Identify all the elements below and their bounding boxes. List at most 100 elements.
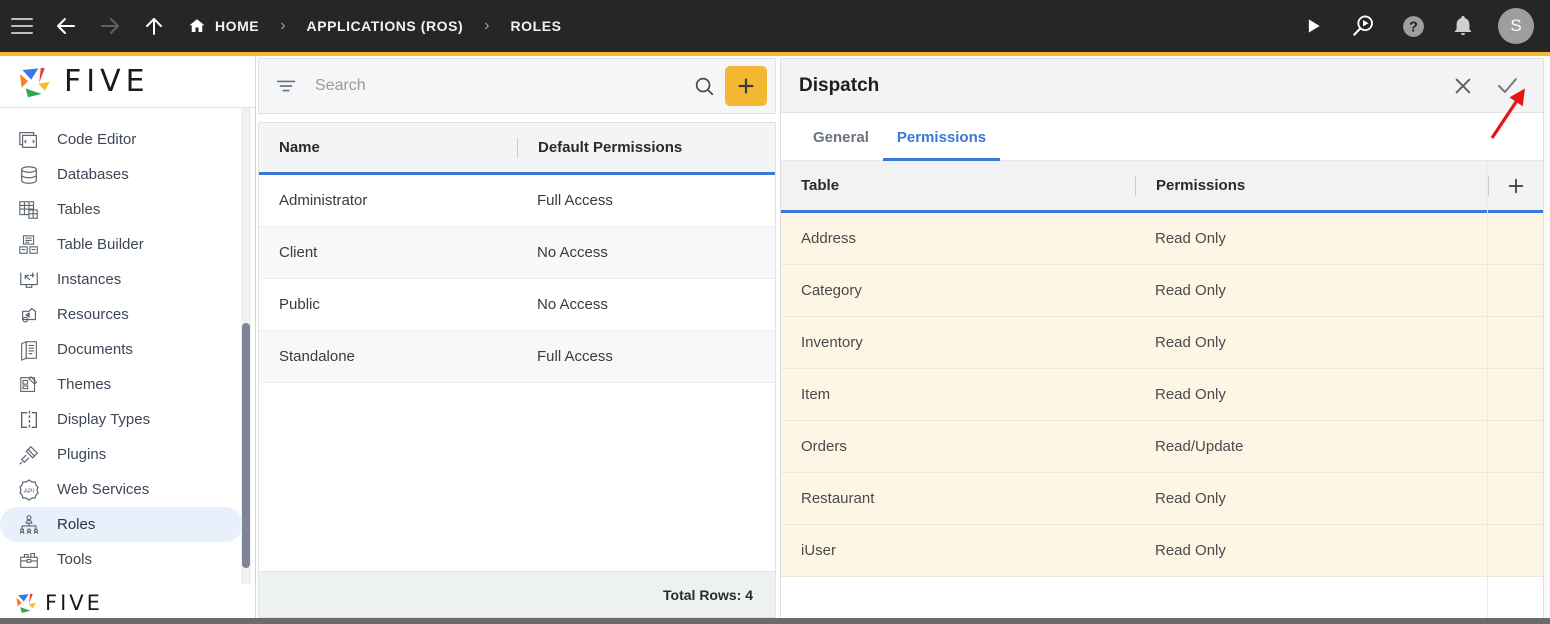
play-icon[interactable] [1288, 0, 1338, 52]
app-logo[interactable]: FIVE [0, 56, 255, 108]
help-circle-icon[interactable]: ? [1388, 0, 1438, 52]
cell-name: Standalone [279, 348, 355, 365]
bottom-scrollbar[interactable] [0, 618, 1550, 624]
sidebar-item-label: Code Editor [57, 131, 137, 148]
sidebar-item-display-types[interactable]: Display Types [0, 402, 243, 437]
plus-icon[interactable] [1505, 175, 1527, 197]
table-row[interactable]: iUser Read Only [781, 525, 1543, 577]
permissions-grid-add-cell [1489, 175, 1543, 197]
table-row[interactable]: Address Read Only [781, 213, 1543, 265]
table-row[interactable]: Public No Access [259, 279, 775, 331]
sidebar-item-label: Documents [57, 341, 133, 358]
svg-text:?: ? [1409, 19, 1418, 35]
sidebar-item-label: Tables [57, 201, 101, 218]
arrow-right-icon[interactable] [88, 0, 132, 52]
tab-general[interactable]: General [799, 129, 883, 161]
sidebar-item-resources[interactable]: Resources [0, 297, 243, 332]
cell-table: Restaurant [801, 490, 875, 507]
column-header-permissions[interactable]: Permissions [1136, 177, 1488, 194]
partial-icon [14, 110, 44, 122]
breadcrumb-item-applications[interactable]: APPLICATIONS (ROS) [307, 18, 464, 34]
table-row[interactable]: Orders Read/Update [781, 421, 1543, 473]
sidebar-item-label: Databases [57, 166, 129, 183]
table-icon [14, 197, 44, 223]
breadcrumb-item-home[interactable]: HOME [188, 17, 259, 35]
row-column-divider [1487, 161, 1488, 619]
avatar[interactable]: S [1498, 8, 1534, 44]
bell-icon[interactable] [1438, 0, 1488, 52]
cell-permissions: Read Only [1155, 230, 1226, 247]
detail-header: Dispatch [781, 59, 1543, 113]
sidebar-item-tables[interactable]: Tables [0, 192, 243, 227]
permissions-grid-header: Table Permissions [781, 161, 1543, 213]
sidebar-item-table-builder[interactable]: Table Builder [0, 227, 243, 262]
add-role-button[interactable] [725, 66, 767, 106]
sidebar-item-plugins[interactable]: Plugins [0, 437, 243, 472]
plugins-icon [14, 442, 44, 468]
table-row[interactable]: Client No Access [259, 227, 775, 279]
sidebar-item-documents[interactable]: Documents [0, 332, 243, 367]
breadcrumb-item-roles[interactable]: ROLES [511, 18, 562, 34]
sidebar-scrollbar[interactable] [241, 108, 251, 584]
table-row[interactable]: Item Read Only [781, 369, 1543, 421]
display-types-icon [14, 407, 44, 433]
search-input[interactable] [315, 77, 687, 95]
sidebar-scrollbar-thumb[interactable] [242, 323, 250, 568]
breadcrumb-label: APPLICATIONS (ROS) [306, 18, 464, 34]
cell-name: Public [279, 296, 320, 313]
roles-list-panel: Name Default Permissions Administrator F… [258, 58, 776, 622]
table-row-empty[interactable] [781, 577, 1543, 619]
sidebar-item-instances[interactable]: Instances [0, 262, 243, 297]
api-icon: API [14, 477, 44, 503]
table-row[interactable]: Inventory Read Only [781, 317, 1543, 369]
sidebar-item-roles[interactable]: Roles [0, 507, 243, 542]
roles-grid-header: Name Default Permissions [259, 123, 775, 175]
sidebar-nav: Code Editor Databases Tables Table Build… [0, 108, 255, 584]
documents-icon [14, 337, 44, 363]
sidebar-item-code-editor[interactable]: Code Editor [0, 122, 243, 157]
search-bar [258, 58, 776, 114]
breadcrumb-separator: › [280, 17, 286, 34]
top-bar: HOME › APPLICATIONS (ROS) › ROLES ? S [0, 0, 1550, 52]
cell-table: Item [801, 386, 831, 403]
sidebar-item-partial[interactable] [0, 110, 243, 122]
cell-permissions: Full Access [537, 348, 613, 365]
column-header-table[interactable]: Table [781, 177, 1135, 194]
tools-icon [14, 547, 44, 573]
detail-scroll-strip[interactable] [1544, 56, 1550, 618]
breadcrumb: HOME › APPLICATIONS (ROS) › ROLES [188, 0, 561, 52]
breadcrumb-separator: › [484, 17, 490, 34]
cell-name: Administrator [279, 192, 368, 209]
total-rows-label: Total Rows: 4 [663, 586, 753, 603]
magnifier-play-icon[interactable] [1338, 0, 1388, 52]
sidebar-item-themes[interactable]: Themes [0, 367, 243, 402]
table-row[interactable]: Restaurant Read Only [781, 473, 1543, 525]
sidebar-item-databases[interactable]: Databases [0, 157, 243, 192]
tab-permissions[interactable]: Permissions [882, 129, 1001, 161]
close-icon[interactable] [1441, 64, 1485, 108]
hamburger-icon[interactable] [0, 0, 44, 52]
cell-permissions: Read Only [1155, 282, 1226, 299]
sidebar-footer-logo-text: FIVE [45, 591, 103, 615]
table-row[interactable]: Standalone Full Access [259, 331, 775, 383]
sidebar-item-tools[interactable]: Tools [0, 542, 243, 577]
cell-permissions: Read Only [1155, 542, 1226, 559]
column-header-default-permissions[interactable]: Default Permissions [518, 139, 758, 156]
column-header-name[interactable]: Name [259, 139, 517, 156]
search-icon[interactable] [687, 69, 721, 103]
arrow-left-icon[interactable] [44, 0, 88, 52]
sidebar-item-label: Tools [57, 551, 93, 568]
check-icon[interactable] [1485, 64, 1529, 108]
sidebar-item-web-services[interactable]: API Web Services [0, 472, 243, 507]
filter-icon[interactable] [273, 73, 299, 99]
sidebar-item-label: Table Builder [57, 236, 144, 253]
resources-icon [14, 302, 44, 328]
top-bar-actions: ? S [1288, 0, 1550, 52]
table-row[interactable]: Administrator Full Access [259, 175, 775, 227]
table-row[interactable]: Category Read Only [781, 265, 1543, 317]
arrow-up-icon[interactable] [132, 0, 176, 52]
cell-permissions: No Access [537, 244, 608, 261]
sidebar-item-label: Themes [57, 376, 112, 393]
cell-permissions: Read Only [1155, 490, 1226, 507]
cell-table: Orders [801, 438, 847, 455]
